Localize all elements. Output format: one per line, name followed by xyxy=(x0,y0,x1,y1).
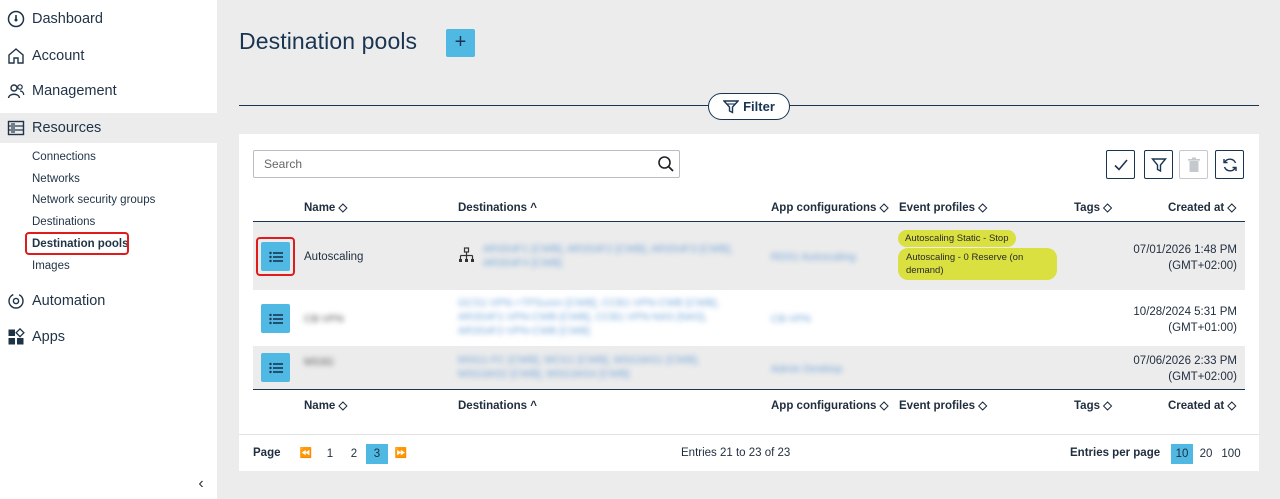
nav-apps-label: Apps xyxy=(32,329,66,345)
gauge-icon xyxy=(7,10,25,28)
server-icon xyxy=(7,119,25,137)
refresh-icon xyxy=(1222,157,1237,172)
list-icon xyxy=(268,313,283,324)
nav-dashboard-label: Dashboard xyxy=(32,11,103,27)
home-icon xyxy=(7,47,25,65)
collapse-sidebar-button[interactable]: ‹ xyxy=(193,476,209,492)
add-pool-button[interactable]: + xyxy=(446,29,475,57)
col-name[interactable]: Name ◇ xyxy=(304,398,347,414)
sub-destinations[interactable]: Destinations xyxy=(32,214,95,230)
nav-management[interactable]: Management xyxy=(0,76,217,106)
search-icon[interactable] xyxy=(657,155,675,173)
filter-button[interactable]: Filter xyxy=(708,93,790,120)
sub-networks[interactable]: Networks xyxy=(32,171,80,187)
row-created-at: 07/06/2026 2:33 PM (GMT+02:00) xyxy=(1089,353,1237,385)
search-input[interactable]: Search xyxy=(253,150,680,178)
delete-button[interactable] xyxy=(1179,150,1208,179)
row-name: Autoscaling xyxy=(304,251,364,263)
event-profile-tag[interactable]: Autoscaling - 0 Reserve (on demand) xyxy=(898,248,1057,280)
check-icon xyxy=(1113,158,1128,171)
entries-summary: Entries 21 to 23 of 23 xyxy=(681,447,791,459)
row-created-at: 07/01/2026 1:48 PM (GMT+02:00) xyxy=(1089,242,1237,274)
pools-card: Search Name ◇ Destinations ^ App configu… xyxy=(239,134,1259,471)
hierarchy-icon xyxy=(459,247,474,262)
nav-resources-label: Resources xyxy=(32,120,102,136)
col-tags[interactable]: Tags ◇ xyxy=(1074,398,1112,414)
per-page-100[interactable]: 100 xyxy=(1218,444,1244,464)
row-created-date: 07/01/2026 1:48 PM xyxy=(1133,244,1237,256)
nav-automation-label: Automation xyxy=(32,293,106,309)
row-app-config[interactable]: CB-VPN xyxy=(771,312,811,326)
col-created-at[interactable]: Created at ◇ xyxy=(1168,398,1236,414)
next-page-icon[interactable]: ⏩ xyxy=(390,444,412,464)
row-destinations[interactable]: MSG1-FC [CWB], MCG1 [CWB], MSG3AS1 [CWB]… xyxy=(458,353,738,381)
row-menu-highlight xyxy=(256,237,295,276)
gear-sync-icon xyxy=(7,292,25,310)
destination-pools-highlight xyxy=(25,232,129,255)
row-app-config[interactable]: RDS1 Autoscaling xyxy=(771,250,856,264)
row-destinations[interactable]: AR3S4F1 [CWB], AR3S4F2 [CWB], AR3S4F3 [C… xyxy=(483,242,753,270)
col-tags[interactable]: Tags ◇ xyxy=(1074,200,1112,216)
row-created-date: 10/28/2024 5:31 PM xyxy=(1133,306,1237,318)
filter-icon xyxy=(723,99,740,114)
sub-network-security-groups[interactable]: Network security groups xyxy=(32,192,155,208)
entries-per-page-label: Entries per page xyxy=(1070,447,1161,459)
filter-icon xyxy=(1150,157,1167,172)
page-3[interactable]: 3 xyxy=(366,444,388,464)
users-icon xyxy=(7,82,25,100)
col-app-configurations[interactable]: App configurations ◇ xyxy=(771,398,888,414)
pagination-divider xyxy=(239,434,1259,435)
per-page-10[interactable]: 10 xyxy=(1171,444,1193,464)
row-created-at: 10/28/2024 5:31 PM (GMT+01:00) xyxy=(1089,304,1237,336)
page-title: Destination pools xyxy=(239,28,418,54)
filter-label: Filter xyxy=(743,99,775,114)
row-created-tz: (GMT+02:00) xyxy=(1168,371,1237,383)
row-app-config[interactable]: Admin Desktop xyxy=(771,362,842,376)
row-name: CB-VPN xyxy=(304,313,344,325)
row-created-tz: (GMT+01:00) xyxy=(1168,322,1237,334)
select-all-button[interactable] xyxy=(1106,150,1135,179)
refresh-button[interactable] xyxy=(1215,150,1244,179)
footer-divider xyxy=(253,389,1245,390)
row-menu-button[interactable] xyxy=(261,304,290,333)
row-name: MS3G xyxy=(304,356,334,368)
page-label: Page xyxy=(253,447,281,459)
row-created-tz: (GMT+02:00) xyxy=(1168,260,1237,272)
sub-connections[interactable]: Connections xyxy=(32,149,96,165)
col-app-configurations[interactable]: App configurations ◇ xyxy=(771,200,888,216)
row-menu-button[interactable] xyxy=(261,353,290,382)
col-destinations[interactable]: Destinations ^ xyxy=(458,200,537,216)
column-filter-button[interactable] xyxy=(1144,150,1173,179)
per-page-20[interactable]: 20 xyxy=(1195,444,1217,464)
nav-resources[interactable]: Resources xyxy=(0,113,217,143)
nav-account-label: Account xyxy=(32,48,85,64)
col-event-profiles[interactable]: Event profiles ◇ xyxy=(899,398,987,414)
col-destinations[interactable]: Destinations ^ xyxy=(458,398,537,414)
list-icon xyxy=(268,362,283,373)
nav-apps[interactable]: Apps xyxy=(0,322,217,352)
nav-automation[interactable]: Automation xyxy=(0,286,217,316)
trash-icon xyxy=(1187,157,1200,172)
sub-images[interactable]: Images xyxy=(32,258,70,274)
page-2[interactable]: 2 xyxy=(343,444,365,464)
row-created-date: 07/06/2026 2:33 PM xyxy=(1133,355,1237,367)
sidebar: Dashboard Account Management Resources C… xyxy=(0,0,217,499)
row-destinations[interactable]: GCS1-VPN-+TPSuren [CWB], CCB1-VPN-CWB [C… xyxy=(458,296,758,338)
event-profile-tag[interactable]: Autoscaling Static - Stop xyxy=(898,230,1016,247)
nav-dashboard[interactable]: Dashboard xyxy=(0,4,217,34)
nav-management-label: Management xyxy=(32,83,117,99)
page-1[interactable]: 1 xyxy=(319,444,341,464)
col-event-profiles[interactable]: Event profiles ◇ xyxy=(899,200,987,216)
col-name[interactable]: Name ◇ xyxy=(304,200,347,216)
apps-icon xyxy=(7,328,25,346)
first-page-icon[interactable]: ⏪ xyxy=(295,444,317,464)
nav-account[interactable]: Account xyxy=(0,41,217,71)
col-created-at[interactable]: Created at ◇ xyxy=(1168,200,1236,216)
